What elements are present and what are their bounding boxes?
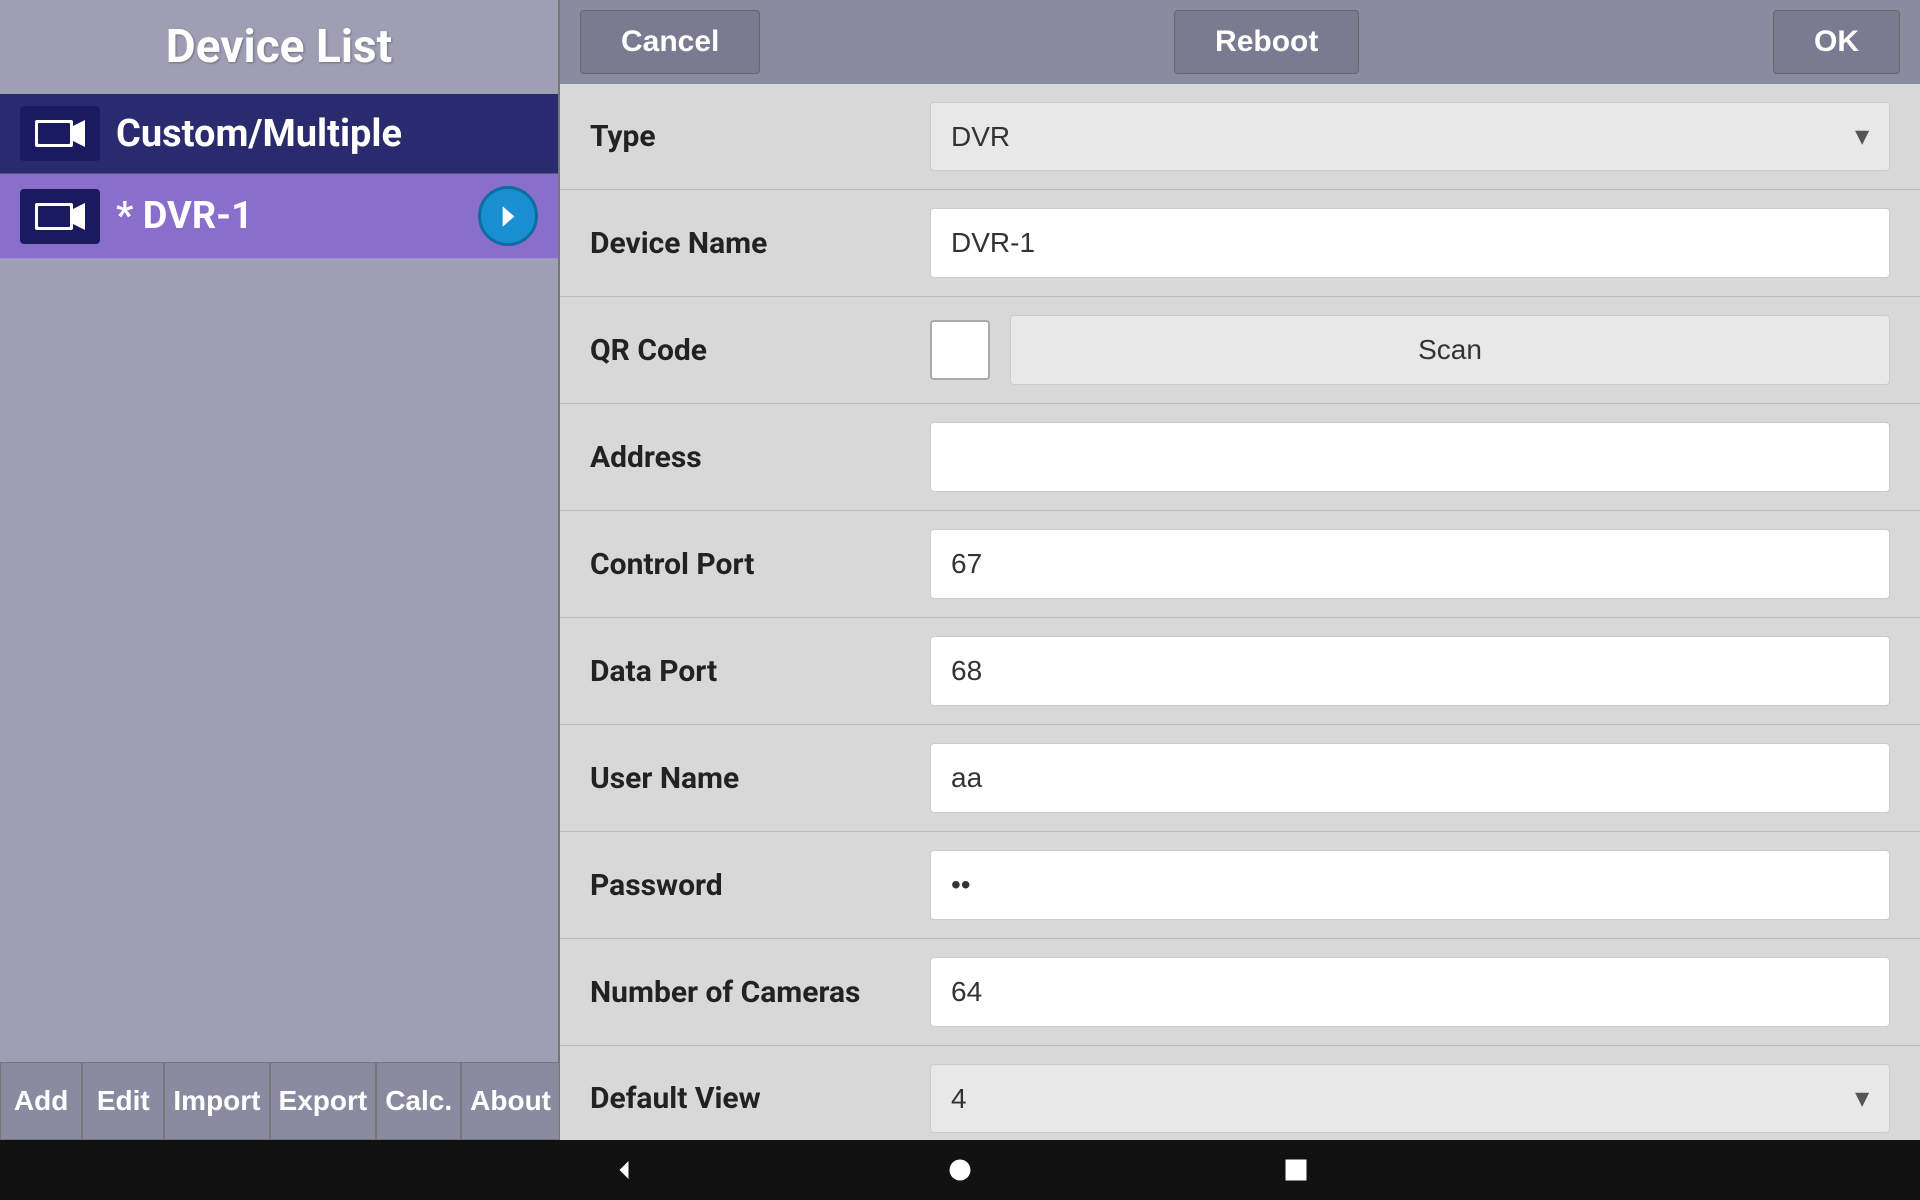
control-port-input[interactable] xyxy=(930,529,1890,599)
device-name-row: Device Name xyxy=(560,190,1920,297)
type-control: DVR NVR IP Camera ▼ xyxy=(930,102,1890,171)
calc-button[interactable]: Calc. xyxy=(376,1062,461,1140)
data-port-input[interactable] xyxy=(930,636,1890,706)
left-panel: Device List Custom/Multiple xyxy=(0,0,560,1140)
password-label: Password xyxy=(590,868,930,903)
default-view-control: 1 4 9 16 ▼ xyxy=(930,1064,1890,1133)
type-label: Type xyxy=(590,119,930,154)
password-input[interactable] xyxy=(930,850,1890,920)
right-panel: Cancel Reboot OK Type DVR NVR IP Camera … xyxy=(560,0,1920,1140)
import-button[interactable]: Import xyxy=(164,1062,269,1140)
right-header: Cancel Reboot OK xyxy=(560,0,1920,84)
default-view-label: Default View xyxy=(590,1081,930,1116)
qr-code-label: QR Code xyxy=(590,333,930,368)
recents-button[interactable] xyxy=(1278,1152,1314,1188)
ok-button[interactable]: OK xyxy=(1773,10,1900,74)
home-button[interactable] xyxy=(942,1152,978,1188)
device-name-input[interactable] xyxy=(930,208,1890,278)
data-port-row: Data Port xyxy=(560,618,1920,725)
list-item[interactable]: Custom/Multiple xyxy=(0,94,558,174)
device-item-name: * DVR-1 xyxy=(116,194,478,238)
address-row: Address xyxy=(560,404,1920,511)
default-view-row: Default View 1 4 9 16 ▼ xyxy=(560,1046,1920,1140)
bottom-toolbar: Add Edit Import Export Calc. About xyxy=(0,1062,560,1140)
left-header: Device List xyxy=(0,0,558,94)
type-select[interactable]: DVR NVR IP Camera xyxy=(930,102,1890,171)
back-icon xyxy=(606,1152,642,1188)
page-title: Device List xyxy=(30,20,528,74)
device-icon xyxy=(20,189,100,244)
control-port-label: Control Port xyxy=(590,547,930,582)
address-input[interactable] xyxy=(930,422,1890,492)
user-name-row: User Name xyxy=(560,725,1920,832)
num-cameras-control xyxy=(930,957,1890,1027)
address-label: Address xyxy=(590,440,930,475)
default-view-select-wrapper: 1 4 9 16 ▼ xyxy=(930,1064,1890,1133)
default-view-select[interactable]: 1 4 9 16 xyxy=(930,1064,1890,1133)
device-list: Custom/Multiple * DVR-1 xyxy=(0,94,558,1062)
type-row: Type DVR NVR IP Camera ▼ xyxy=(560,84,1920,190)
camera-icon xyxy=(35,199,85,234)
camera-icon xyxy=(35,116,85,151)
device-arrow-button[interactable] xyxy=(478,186,538,246)
reboot-button[interactable]: Reboot xyxy=(1174,10,1359,74)
device-name-label: Device Name xyxy=(590,226,930,261)
type-select-wrapper: DVR NVR IP Camera ▼ xyxy=(930,102,1890,171)
recents-icon xyxy=(1278,1152,1314,1188)
password-control xyxy=(930,850,1890,920)
cancel-button[interactable]: Cancel xyxy=(580,10,760,74)
qr-code-row: QR Code Scan xyxy=(560,297,1920,404)
export-button[interactable]: Export xyxy=(270,1062,377,1140)
user-name-control xyxy=(930,743,1890,813)
password-row: Password xyxy=(560,832,1920,939)
num-cameras-input[interactable] xyxy=(930,957,1890,1027)
list-item[interactable]: * DVR-1 xyxy=(0,174,558,259)
num-cameras-label: Number of Cameras xyxy=(590,975,930,1010)
device-form: Type DVR NVR IP Camera ▼ Device Name xyxy=(560,84,1920,1140)
num-cameras-row: Number of Cameras xyxy=(560,939,1920,1046)
back-button[interactable] xyxy=(606,1152,642,1188)
user-name-label: User Name xyxy=(590,761,930,796)
qr-code-control: Scan xyxy=(930,315,1890,385)
data-port-control xyxy=(930,636,1890,706)
add-button[interactable]: Add xyxy=(0,1062,82,1140)
qr-row: Scan xyxy=(930,315,1890,385)
address-control xyxy=(930,422,1890,492)
edit-button[interactable]: Edit xyxy=(82,1062,164,1140)
arrow-right-icon xyxy=(491,199,526,234)
data-port-label: Data Port xyxy=(590,654,930,689)
control-port-control xyxy=(930,529,1890,599)
device-item-name: Custom/Multiple xyxy=(116,112,538,156)
android-nav-bar xyxy=(0,1140,1920,1200)
user-name-input[interactable] xyxy=(930,743,1890,813)
home-icon xyxy=(942,1152,978,1188)
qr-checkbox[interactable] xyxy=(930,320,990,380)
control-port-row: Control Port xyxy=(560,511,1920,618)
device-icon xyxy=(20,106,100,161)
scan-button[interactable]: Scan xyxy=(1010,315,1890,385)
about-button[interactable]: About xyxy=(461,1062,560,1140)
device-name-control xyxy=(930,208,1890,278)
